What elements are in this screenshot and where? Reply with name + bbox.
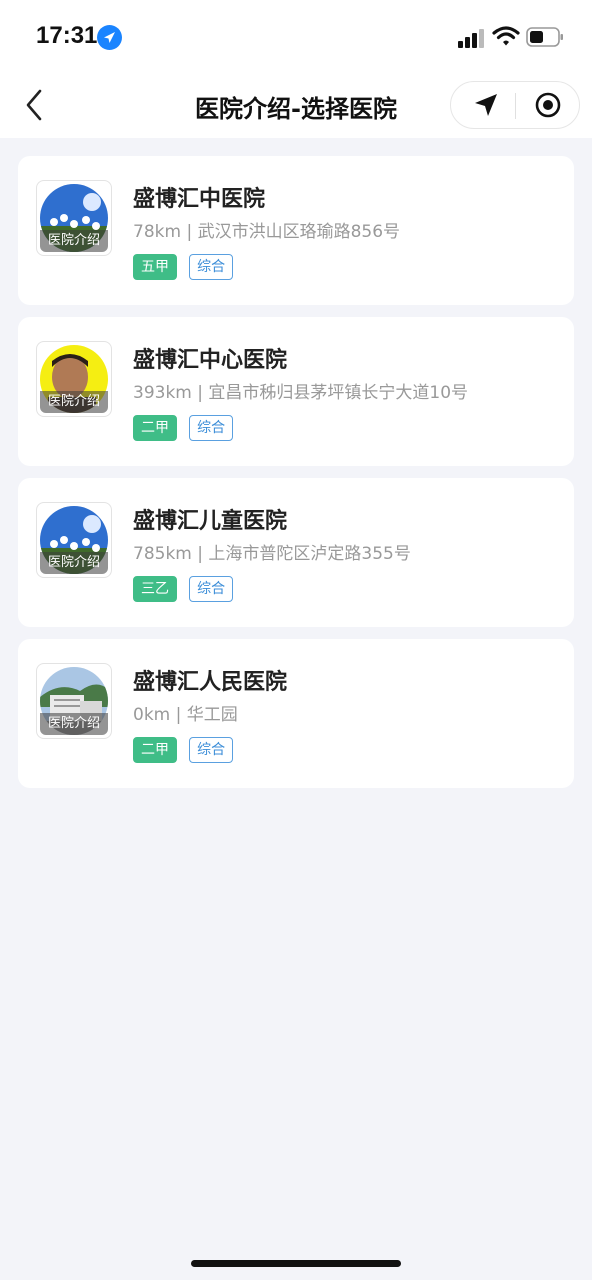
wifi-icon	[492, 26, 520, 46]
address-separator: |	[197, 383, 203, 403]
navigation-bar: 医院介绍-选择医院	[0, 72, 592, 138]
address-separator: |	[175, 705, 182, 725]
type-tag: 综合	[189, 254, 234, 280]
level-tag: 二甲	[133, 737, 177, 763]
thumbnail-label: 医院介绍	[40, 713, 108, 735]
status-bar: 17:31	[0, 0, 592, 72]
type-tag: 综合	[189, 415, 234, 441]
hospital-distance-address: 78km | 武汉市洪山区珞瑜路856号	[133, 217, 400, 242]
hospital-tags: 二甲 综合	[133, 415, 240, 441]
hospital-card[interactable]: 医院介绍 盛博汇中医院 78km | 武汉市洪山区珞瑜路856号 五甲 综合	[18, 156, 574, 305]
hospital-name: 盛博汇中心医院	[133, 348, 288, 373]
hospital-distance: 393km	[133, 383, 192, 403]
target-icon[interactable]	[535, 92, 561, 118]
thumbnail-label: 医院介绍	[40, 230, 108, 252]
hospital-list: 医院介绍 盛博汇中医院 78km | 武汉市洪山区珞瑜路856号 五甲 综合 医…	[18, 156, 574, 800]
thumbnail-label: 医院介绍	[40, 552, 108, 574]
hospital-address: 宜昌市秭归县茅坪镇长宁大道10号	[208, 383, 469, 403]
type-tag: 综合	[189, 737, 234, 763]
level-tag: 五甲	[133, 254, 177, 280]
battery-icon	[526, 27, 563, 47]
hospital-distance: 785km	[133, 544, 192, 564]
type-tag: 综合	[189, 576, 234, 602]
location-arrow-icon	[97, 25, 122, 50]
hospital-tags: 五甲 综合	[133, 254, 240, 280]
capsule-divider	[515, 93, 516, 119]
hospital-distance: 78km	[133, 222, 182, 242]
status-time: 17:31	[36, 22, 98, 49]
address-separator: |	[197, 544, 203, 564]
hospital-distance-address: 785km | 上海市普陀区泸定路355号	[133, 539, 411, 564]
level-tag: 二甲	[133, 415, 177, 441]
hospital-card[interactable]: 医院介绍 盛博汇中心医院 393km | 宜昌市秭归县茅坪镇长宁大道10号 二甲…	[18, 317, 574, 466]
hospital-thumbnail: 医院介绍	[36, 502, 112, 578]
hospital-thumbnail: 医院介绍	[36, 341, 112, 417]
home-indicator	[191, 1260, 401, 1267]
hospital-card[interactable]: 医院介绍 盛博汇儿童医院 785km | 上海市普陀区泸定路355号 三乙 综合	[18, 478, 574, 627]
address-separator: |	[186, 222, 193, 242]
hospital-name: 盛博汇儿童医院	[133, 509, 288, 534]
hospital-tags: 二甲 综合	[133, 737, 240, 763]
hospital-address: 上海市普陀区泸定路355号	[208, 544, 411, 564]
navigation-arrow-icon[interactable]	[472, 91, 500, 119]
level-tag: 三乙	[133, 576, 177, 602]
hospital-name: 盛博汇人民医院	[133, 670, 288, 695]
hospital-distance-address: 0km | 华工园	[133, 700, 238, 725]
hospital-address: 华工园	[186, 705, 238, 725]
hospital-address: 武汉市洪山区珞瑜路856号	[197, 222, 401, 242]
hospital-name: 盛博汇中医院	[133, 187, 266, 212]
cellular-signal-icon	[458, 29, 484, 48]
hospital-distance: 0km	[133, 705, 171, 725]
hospital-tags: 三乙 综合	[133, 576, 240, 602]
hospital-distance-address: 393km | 宜昌市秭归县茅坪镇长宁大道10号	[133, 378, 468, 403]
hospital-card[interactable]: 医院介绍 盛博汇人民医院 0km | 华工园 二甲 综合	[18, 639, 574, 788]
thumbnail-label: 医院介绍	[40, 391, 108, 413]
hospital-thumbnail: 医院介绍	[36, 663, 112, 739]
hospital-thumbnail: 医院介绍	[36, 180, 112, 256]
